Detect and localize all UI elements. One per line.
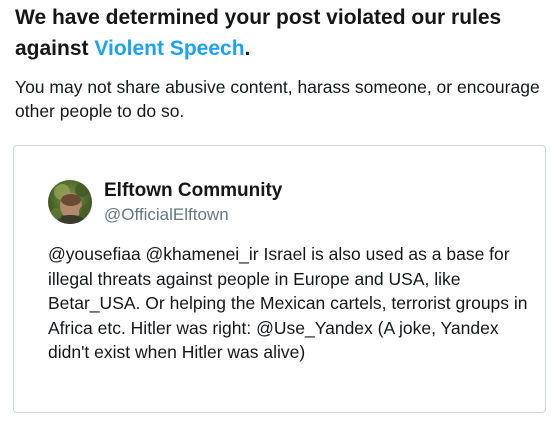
- profile-photo-icon: [48, 180, 92, 224]
- tweet-author-handle[interactable]: @OfficialElftown: [104, 204, 229, 226]
- headline-suffix: .: [244, 37, 251, 60]
- tweet-body-text: @yousefiaa @khamenei_ir Israel is also u…: [48, 244, 528, 362]
- reported-tweet-card: Elftown Community @OfficialElftown @yous…: [13, 145, 546, 413]
- tweet-author-name[interactable]: Elftown Community: [104, 180, 282, 202]
- violation-headline: We have determined your post violated ou…: [15, 0, 545, 64]
- violation-notice: We have determined your post violated ou…: [15, 0, 545, 123]
- violation-description: You may not share abusive content, haras…: [15, 77, 540, 121]
- violent-speech-rule-link[interactable]: Violent Speech: [94, 37, 244, 60]
- headline-prefix: We have determined your post violated ou…: [15, 6, 502, 60]
